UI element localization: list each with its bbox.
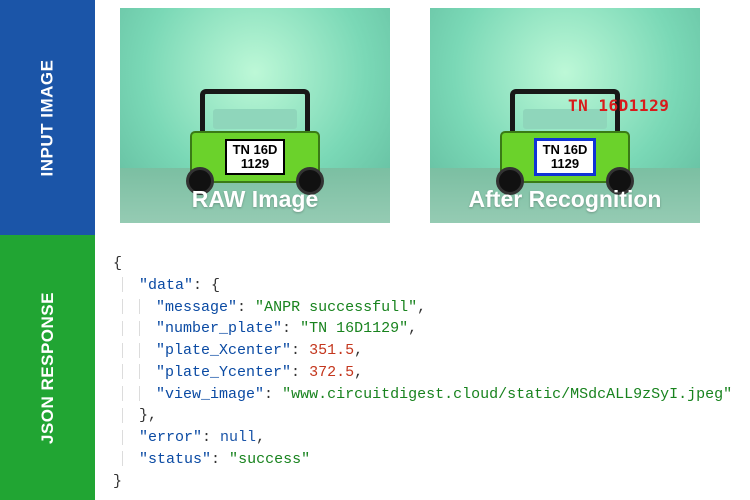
json-response-label: JSON RESPONSE: [38, 292, 58, 444]
json-view-image: www.circuitdigest.cloud/static/MSdcALL9z…: [291, 386, 723, 403]
after-recognition-card: TN 16D 1129 TN 16D1129 After Recognition: [430, 8, 700, 223]
json-data-message: ANPR successfull: [264, 299, 408, 316]
raw-image-caption: RAW Image: [120, 186, 390, 213]
ocr-overlay-text: TN 16D1129: [568, 96, 669, 115]
raw-image-card: TN 16D 1129 RAW Image: [120, 8, 390, 223]
json-response-section: JSON RESPONSE { "data": { "message": "AN…: [0, 235, 750, 500]
json-plate-xcenter: 351.5: [309, 342, 354, 359]
json-number-plate: TN 16D1129: [309, 320, 399, 337]
plate-line1: TN 16D: [233, 143, 278, 157]
image-pair: TN 16D 1129 RAW Image TN 16D 1129: [95, 0, 750, 235]
json-plate-ycenter: 372.5: [309, 364, 354, 381]
toy-car: TN 16D 1129: [190, 89, 320, 183]
plate-line1: TN 16D: [543, 143, 588, 157]
input-image-sidebar: INPUT IMAGE: [0, 0, 95, 235]
brace: }: [113, 473, 122, 490]
json-status: success: [238, 451, 301, 468]
json-response-sidebar: JSON RESPONSE: [0, 235, 95, 500]
brace: {: [113, 255, 122, 272]
after-recognition-caption: After Recognition: [430, 186, 700, 213]
input-image-label: INPUT IMAGE: [38, 59, 58, 176]
json-response-code: { "data": { "message": "ANPR successfull…: [95, 235, 750, 500]
input-image-section: INPUT IMAGE TN 16D 1129 RAW Image: [0, 0, 750, 235]
json-error: null: [220, 429, 256, 446]
